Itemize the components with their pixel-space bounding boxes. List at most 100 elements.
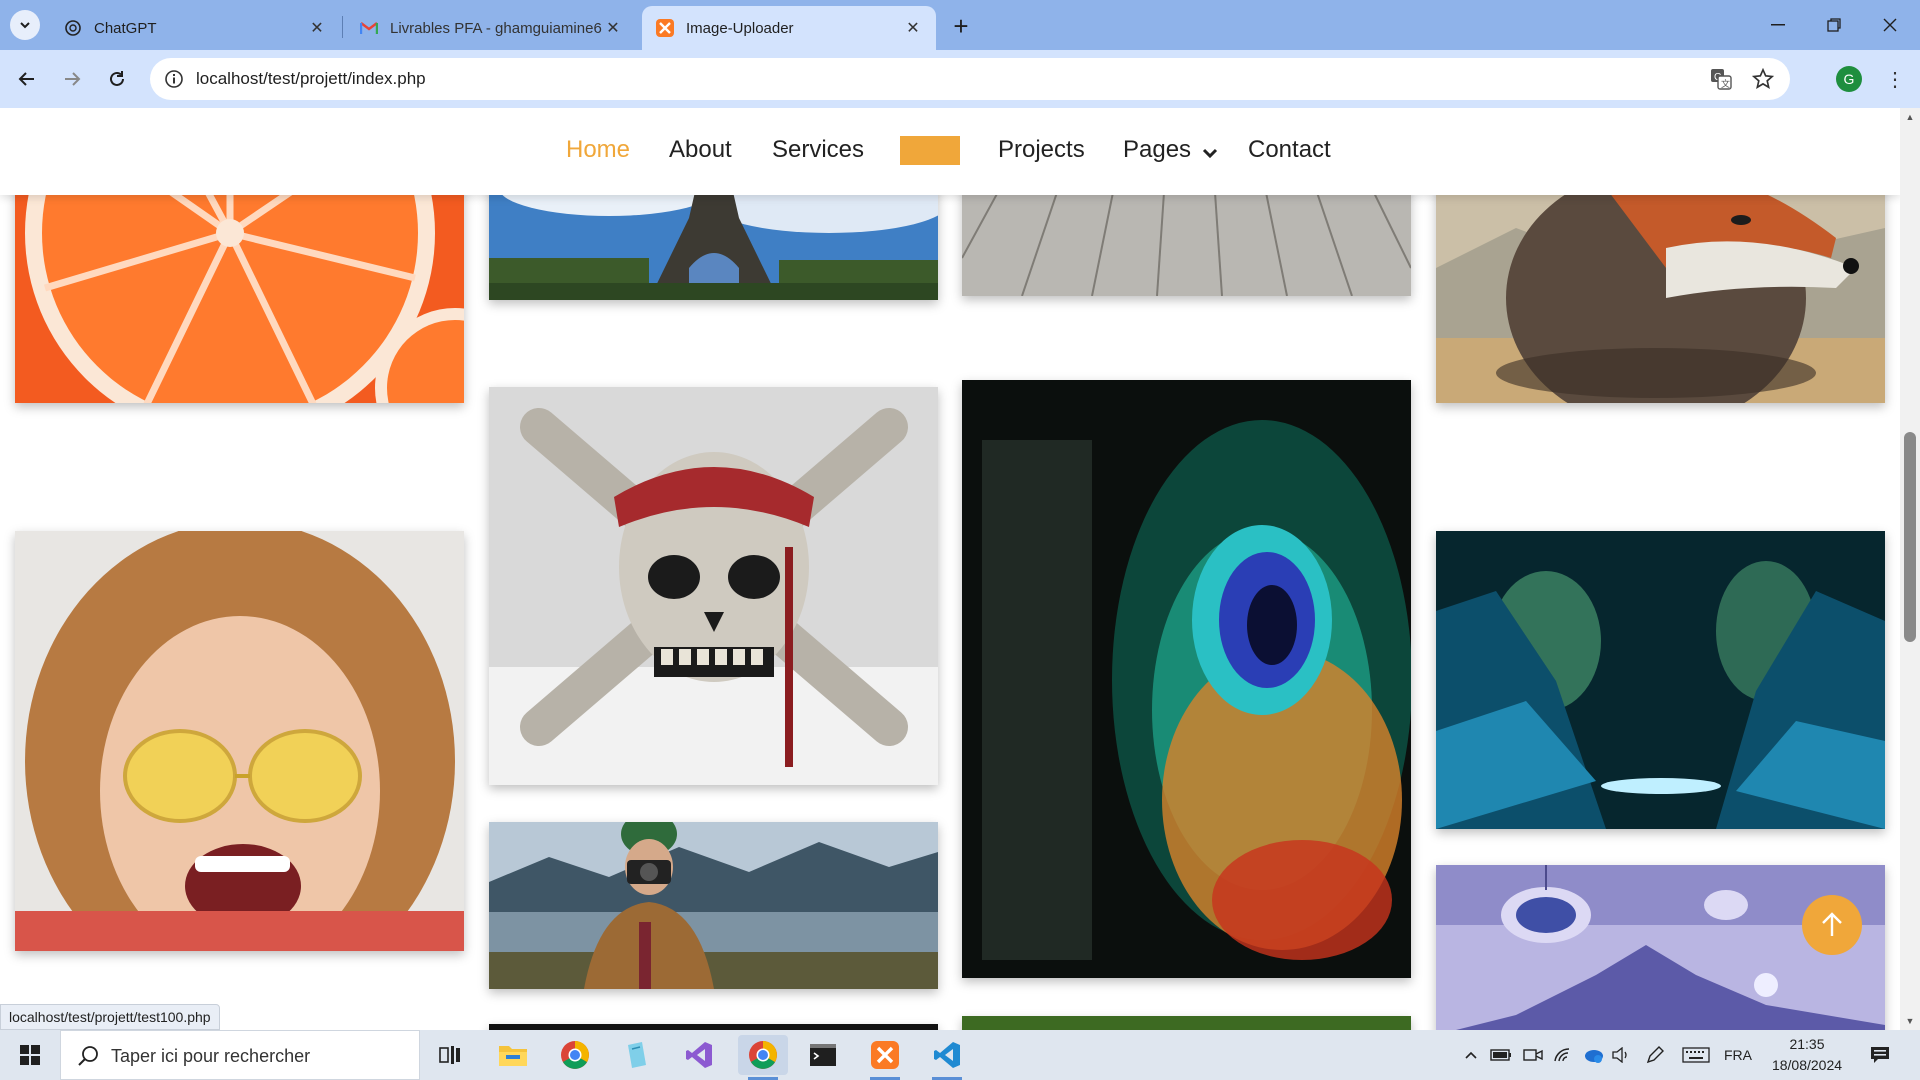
vscode-icon — [934, 1042, 960, 1068]
pen-icon[interactable] — [1642, 1030, 1668, 1080]
tab-chatgpt[interactable]: ChatGPT ✕ — [50, 6, 340, 50]
tab-gmail[interactable]: Livrables PFA - ghamguiamine6 ✕ — [346, 6, 636, 50]
chrome-icon — [561, 1041, 589, 1069]
keyboard-icon[interactable] — [1680, 1030, 1712, 1080]
terminal-button[interactable] — [798, 1035, 848, 1075]
windows-taskbar: Taper ici pour rechercher FRA 21:35 18/0… — [0, 1030, 1920, 1080]
tab-title: Image-Uploader — [686, 19, 794, 37]
night-mountains-image — [1436, 531, 1885, 829]
wifi-icon[interactable] — [1550, 1030, 1576, 1080]
nav-contact[interactable]: Contact — [1248, 136, 1331, 164]
close-icon[interactable]: ✕ — [904, 19, 922, 37]
chevron-down-icon — [1202, 148, 1217, 158]
reload-button[interactable] — [100, 62, 134, 96]
scrollbar-thumb[interactable] — [1904, 432, 1916, 642]
taskbar-clock[interactable]: 21:35 18/08/2024 — [1762, 1034, 1852, 1076]
webcam-icon[interactable] — [1520, 1030, 1546, 1080]
smiling-woman-photo[interactable] — [15, 531, 464, 951]
tray-chevron-up-icon[interactable] — [1460, 1030, 1482, 1080]
arrow-left-icon — [18, 72, 34, 86]
visual-studio-button[interactable] — [674, 1035, 724, 1075]
tab-title: ChatGPT — [94, 19, 157, 37]
volume-icon[interactable] — [1608, 1030, 1634, 1080]
site-navbar: Home About Services Projects Pages Conta… — [0, 108, 1900, 195]
page-viewport: Home About Services Projects Pages Conta… — [0, 108, 1900, 1030]
scroll-down-arrow-icon[interactable]: ▼ — [1900, 1012, 1920, 1030]
arrow-up-icon — [1822, 912, 1842, 936]
bookmark-star-icon[interactable] — [1751, 67, 1775, 95]
restore-button[interactable] — [1806, 0, 1862, 50]
close-icon[interactable]: ✕ — [308, 19, 326, 37]
notes-icon — [628, 1042, 646, 1068]
file-explorer-button[interactable] — [488, 1035, 538, 1075]
nav-about[interactable]: About — [669, 136, 732, 164]
chevron-down-icon — [20, 22, 30, 29]
chrome-active-button[interactable] — [738, 1035, 788, 1080]
battery-icon[interactable] — [1488, 1030, 1514, 1080]
close-icon — [1883, 18, 1897, 32]
address-bar[interactable]: localhost/test/projett/index.php G文 — [150, 58, 1790, 100]
translate-icon[interactable]: G文 — [1710, 68, 1732, 95]
tab-title: Livrables PFA - ghamguiamine6 — [390, 19, 602, 37]
clock-date: 18/08/2024 — [1771, 1057, 1843, 1073]
page-scrollbar[interactable]: ▲ ▼ — [1900, 108, 1920, 1030]
scroll-up-arrow-icon[interactable]: ▲ — [1900, 108, 1920, 126]
language-indicator[interactable]: FRA — [1718, 1030, 1758, 1080]
browser-menu-icon[interactable]: ⋮ — [1880, 64, 1910, 94]
start-button[interactable] — [0, 1030, 60, 1080]
smiling-woman-image — [15, 531, 464, 951]
minimize-button[interactable] — [1750, 0, 1806, 50]
forward-button[interactable] — [55, 62, 89, 96]
tab-separator — [342, 16, 343, 38]
taskbar-search-placeholder: Taper ici pour rechercher — [111, 1046, 311, 1066]
new-tab-button[interactable]: + — [945, 10, 977, 42]
close-window-button[interactable] — [1862, 0, 1918, 50]
partial-forest-image — [962, 1016, 1411, 1030]
notifications-icon[interactable] — [1862, 1030, 1898, 1080]
svg-text:文: 文 — [1721, 78, 1730, 89]
visual-studio-icon — [686, 1042, 712, 1068]
nav-projects[interactable]: Projects — [998, 136, 1085, 164]
photographer-image — [489, 822, 938, 989]
reload-icon — [110, 71, 124, 86]
chrome-button[interactable] — [550, 1035, 600, 1075]
site-info-icon[interactable] — [162, 67, 186, 91]
pirate-skull-image — [489, 387, 938, 785]
terminal-icon — [810, 1044, 836, 1066]
xampp-button[interactable] — [860, 1035, 910, 1080]
minimize-icon — [1771, 24, 1785, 26]
back-button[interactable] — [10, 62, 44, 96]
tab-image-uploader[interactable]: Image-Uploader ✕ — [642, 6, 936, 50]
nav-home[interactable]: Home — [566, 136, 630, 164]
chatgpt-icon — [64, 19, 82, 37]
url-text[interactable]: localhost/test/projett/index.php — [196, 69, 426, 89]
back-to-top-button[interactable] — [1802, 895, 1862, 955]
notes-app-button[interactable] — [612, 1035, 662, 1075]
task-view-button[interactable] — [425, 1035, 475, 1075]
vscode-button[interactable] — [922, 1035, 972, 1080]
windows-logo-icon — [20, 1045, 40, 1065]
gmail-icon — [360, 19, 378, 37]
browser-toolbar: localhost/test/projett/index.php G文 G ⋮ — [0, 50, 1920, 108]
arrow-right-icon — [65, 72, 81, 86]
taskbar-search-box[interactable]: Taper ici pour rechercher — [60, 1030, 420, 1080]
clock-time: 21:35 — [1789, 1036, 1825, 1052]
tab-search-button[interactable] — [10, 10, 40, 40]
nav-services[interactable]: Services — [772, 136, 864, 164]
partial-forest-photo[interactable] — [962, 1016, 1411, 1030]
nav-pages[interactable]: Pages — [1123, 136, 1191, 163]
night-mountains-photo[interactable] — [1436, 531, 1885, 829]
site-logo[interactable] — [900, 136, 960, 165]
folder-icon — [499, 1046, 527, 1066]
xampp-icon — [871, 1041, 899, 1069]
restore-icon — [1827, 18, 1841, 32]
profile-avatar[interactable]: G — [1836, 66, 1862, 92]
onedrive-icon[interactable] — [1580, 1030, 1606, 1080]
nav-pages-dropdown[interactable]: Pages — [1123, 136, 1218, 164]
link-status-bubble: localhost/test/projett/test100.php — [0, 1004, 220, 1030]
xampp-icon — [656, 19, 674, 37]
photographer-photo[interactable] — [489, 822, 938, 989]
close-icon[interactable]: ✕ — [604, 19, 622, 37]
peacock-feather-photo[interactable] — [962, 380, 1411, 978]
pirate-skull-photo[interactable] — [489, 387, 938, 785]
